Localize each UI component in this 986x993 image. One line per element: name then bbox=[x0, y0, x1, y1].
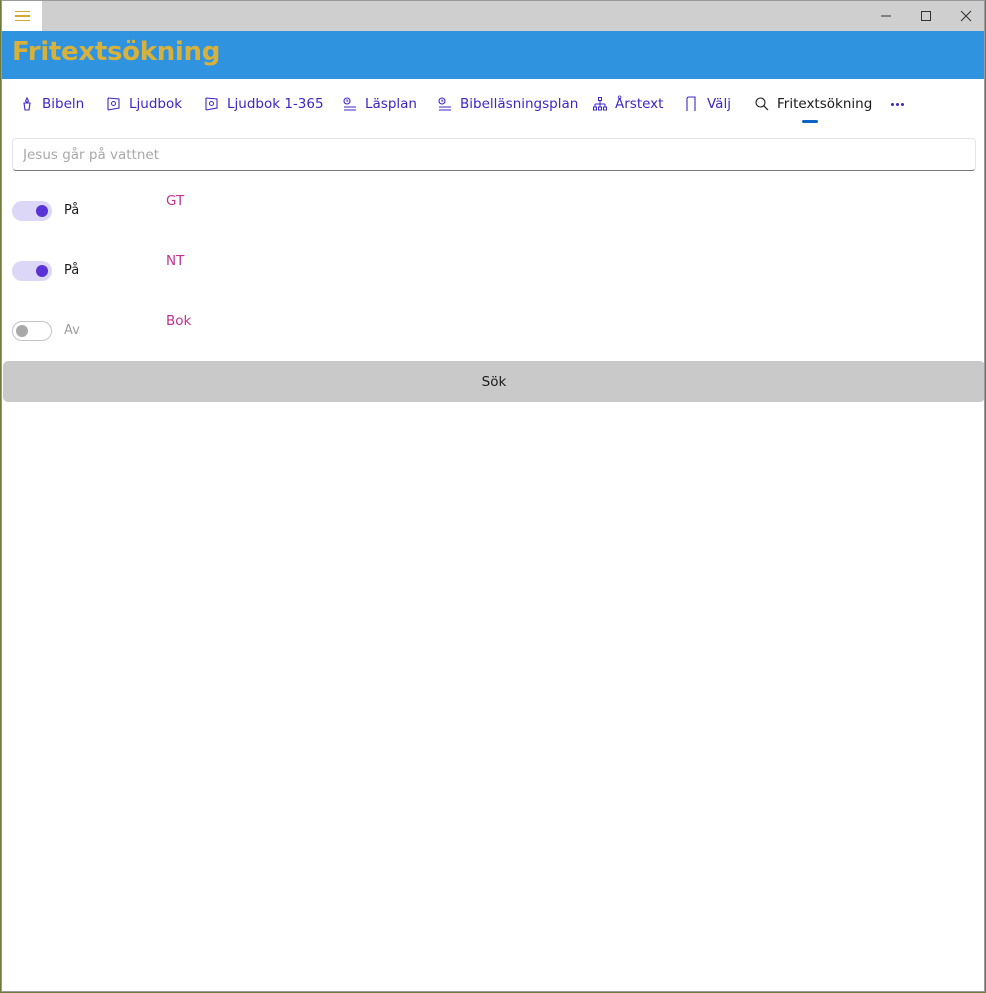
search-button[interactable]: Sök bbox=[3, 361, 984, 402]
bible-icon bbox=[23, 96, 31, 111]
search-icon bbox=[755, 97, 769, 111]
tab-label: Fritextsökning bbox=[777, 96, 873, 112]
tab-label: Ljudbok bbox=[129, 96, 183, 112]
tab-label: Bibeln bbox=[42, 96, 85, 112]
tab-label: Ljudbok 1-365 bbox=[227, 96, 324, 112]
tab-lasplan[interactable]: Läsplan bbox=[342, 93, 417, 115]
reading-plan-icon bbox=[343, 97, 356, 111]
toggle-state-label: På bbox=[64, 263, 80, 278]
toggle-switch-nt[interactable] bbox=[12, 261, 52, 281]
app-window: Fritextsökning Bibeln Ljudbok Ljudbok 1-… bbox=[1, 0, 985, 992]
toggle-state-label: På bbox=[64, 203, 80, 218]
tab-label: Läsplan bbox=[365, 96, 417, 112]
tab-label: Välj bbox=[707, 96, 731, 112]
hierarchy-icon bbox=[593, 97, 607, 111]
more-icon[interactable] bbox=[888, 93, 906, 115]
audiobook-icon bbox=[107, 97, 120, 111]
bookmark-icon bbox=[686, 96, 696, 111]
search-input[interactable] bbox=[12, 138, 976, 171]
toggle-switch-bok[interactable] bbox=[12, 321, 52, 341]
tab-valj[interactable]: Välj bbox=[684, 93, 731, 115]
maximize-icon[interactable] bbox=[906, 1, 946, 31]
page-title: Fritextsökning bbox=[12, 37, 221, 67]
category-label-nt: NT bbox=[166, 253, 185, 269]
tab-bibellasningsplan[interactable]: Bibelläsningsplan bbox=[437, 93, 578, 115]
category-label-gt: GT bbox=[166, 193, 185, 209]
category-label-bok: Bok bbox=[166, 313, 192, 329]
tab-fritextsokning[interactable]: Fritextsökning bbox=[754, 93, 872, 115]
tab-arstext[interactable]: Årstext bbox=[592, 93, 663, 115]
minimize-icon[interactable] bbox=[866, 1, 906, 31]
app-bar: Fritextsökning bbox=[2, 31, 984, 79]
selected-tab-indicator bbox=[802, 120, 818, 123]
tab-ljudbok[interactable]: Ljudbok bbox=[106, 93, 182, 115]
hamburger-menu-icon[interactable] bbox=[2, 1, 42, 31]
tab-bar: Bibeln Ljudbok Ljudbok 1-365 Läsplan Bib… bbox=[2, 79, 984, 129]
tab-ljudbok-1-365[interactable]: Ljudbok 1-365 bbox=[204, 93, 324, 115]
tab-label: Bibelläsningsplan bbox=[460, 96, 579, 112]
tab-bibeln[interactable]: Bibeln bbox=[19, 93, 84, 115]
title-bar bbox=[2, 1, 984, 31]
reading-plan-icon bbox=[438, 97, 451, 111]
audiobook-icon bbox=[205, 97, 218, 111]
toggle-switch-gt[interactable] bbox=[12, 201, 52, 221]
tab-label: Årstext bbox=[615, 96, 664, 112]
toggle-state-label: Av bbox=[64, 323, 80, 338]
close-icon[interactable] bbox=[946, 1, 984, 31]
